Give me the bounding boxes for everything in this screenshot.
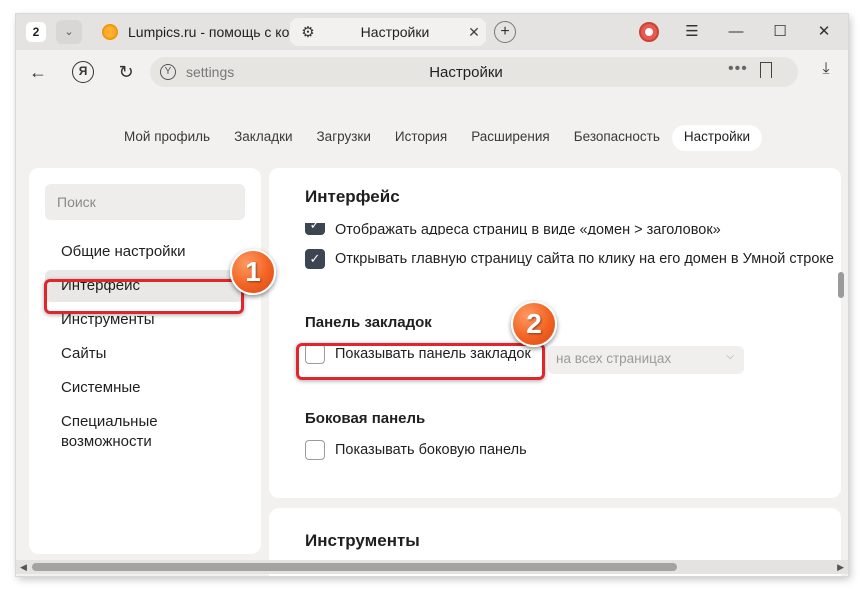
nav-settings[interactable]: Настройки [671, 125, 763, 151]
checkbox-open-homepage[interactable]: ✓ [305, 249, 325, 269]
minimize-icon[interactable]: — [724, 20, 748, 44]
profile-avatar-icon[interactable] [639, 22, 659, 42]
tab-title: Настройки [360, 24, 430, 40]
sidebar-item-system[interactable]: Системные [45, 372, 243, 404]
close-window-icon[interactable]: ✕ [812, 20, 836, 44]
option-domain-title[interactable]: ✓ Отображать адреса страниц в виде «доме… [305, 223, 721, 235]
settings-page: Мой профиль Закладки Загрузки История Ра… [16, 94, 848, 576]
gear-icon: ⚙ [301, 24, 315, 41]
sidebar-item-label: Специальные [61, 413, 158, 430]
tab-title: Lumpics.ru - помощь с компьютером [128, 24, 294, 40]
omnibox[interactable]: Y settings Настройки ••• [150, 57, 798, 87]
vertical-scrollbar-thumb[interactable] [838, 272, 844, 298]
nav-downloads[interactable]: Загрузки [305, 125, 383, 151]
option-show-side-panel[interactable]: Показывать боковую панель [305, 440, 527, 460]
tab-settings[interactable]: ⚙ Настройки ✕ [290, 18, 486, 46]
page-title: Настройки [429, 64, 503, 81]
scroll-left-arrow-icon[interactable]: ◀ [20, 562, 27, 573]
sidebar-item-accessibility[interactable]: Специальные возможности [45, 406, 243, 458]
scroll-right-arrow-icon[interactable]: ▶ [837, 562, 844, 573]
side-panel-title: Боковая панель [305, 410, 426, 427]
option-open-homepage[interactable]: ✓ Открывать главную страницу сайта по кл… [305, 249, 834, 269]
option-label: Открывать главную страницу сайта по клик… [335, 251, 834, 267]
horizontal-scrollbar[interactable]: ◀ ▶ [16, 560, 848, 574]
tab-bar: 2 ⌄ Lumpics.ru - помощь с компьютером ⚙ … [16, 14, 848, 50]
sidebar-item-sites[interactable]: Сайты [45, 338, 243, 370]
checkbox-domain-title[interactable]: ✓ [305, 223, 325, 235]
bookmark-icon[interactable] [760, 62, 772, 78]
lumpics-favicon-icon [102, 24, 118, 40]
settings-top-nav: Мой профиль Закладки Загрузки История Ра… [112, 125, 763, 151]
option-label: Отображать адреса страниц в виде «домен … [335, 223, 721, 235]
step-badge-2: 2 [511, 301, 557, 347]
maximize-icon[interactable]: ☐ [768, 20, 792, 44]
highlight-interface-item [44, 279, 244, 314]
bookmarks-panel-title: Панель закладок [305, 314, 432, 331]
download-icon[interactable]: ⤓ [814, 60, 838, 84]
nav-bookmarks[interactable]: Закладки [222, 125, 304, 151]
step-badge-1: 1 [230, 249, 276, 295]
sidebar-item-general[interactable]: Общие настройки [45, 236, 243, 268]
settings-search-input[interactable] [45, 184, 245, 220]
horizontal-scrollbar-thumb[interactable] [32, 563, 677, 571]
tools-title: Инструменты [305, 531, 420, 550]
settings-sidebar: Общие настройки Интерфейс Инструменты Са… [29, 168, 261, 554]
select-value: на всех страницах [556, 351, 672, 366]
new-tab-plus-icon[interactable]: + [494, 21, 516, 43]
checkbox-show-side-panel[interactable] [305, 440, 325, 460]
chevron-down-icon: ⌵ [726, 351, 734, 362]
interface-title: Интерфейс [305, 187, 400, 206]
tab-list-chevron-down-icon[interactable]: ⌄ [56, 20, 82, 44]
bookmarks-bar-scope-select[interactable]: на всех страницах ⌵ [548, 346, 744, 374]
highlight-bookmarks-bar-option [296, 343, 545, 380]
reload-icon[interactable]: ↻ [114, 60, 138, 84]
more-dots-icon[interactable]: ••• [728, 60, 748, 78]
address-bar-row: ← Я ↻ Y settings Настройки ••• ⤓ [16, 50, 848, 94]
nav-extensions[interactable]: Расширения [459, 125, 562, 151]
sidebar-item-label: возможности [61, 433, 152, 450]
nav-history[interactable]: История [383, 125, 459, 151]
tab-lumpics[interactable]: Lumpics.ru - помощь с компьютером [94, 18, 294, 46]
menu-hamburger-icon[interactable]: ☰ [680, 20, 704, 44]
yandex-logo-icon[interactable]: Я [72, 61, 94, 83]
close-tab-icon[interactable]: ✕ [462, 24, 486, 41]
tab-counter[interactable]: 2 [26, 22, 46, 42]
nav-my-profile[interactable]: Мой профиль [112, 125, 222, 151]
back-arrow-icon[interactable]: ← [26, 60, 50, 84]
option-label: Показывать боковую панель [335, 442, 527, 458]
nav-security[interactable]: Безопасность [562, 125, 672, 151]
